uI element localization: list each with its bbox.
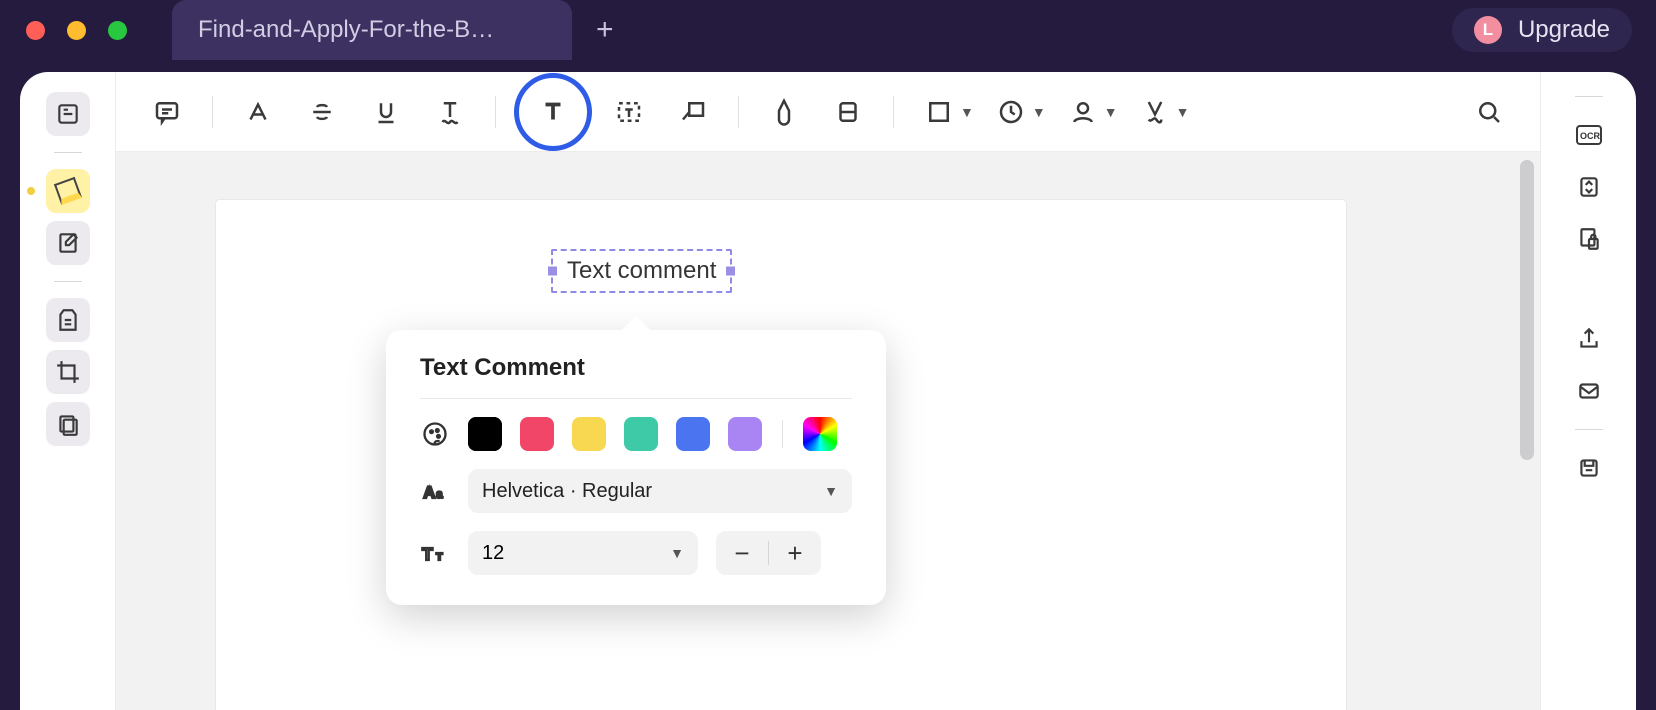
resize-handle-left[interactable] xyxy=(548,267,557,276)
squiggly-button[interactable] xyxy=(423,88,477,136)
font-size-select[interactable]: 12 ▼ xyxy=(468,531,698,575)
right-rail: OCR xyxy=(1540,72,1636,710)
font-size-stepper: − + xyxy=(716,531,821,575)
close-window-button[interactable] xyxy=(26,21,45,40)
chevron-down-icon: ▼ xyxy=(1104,104,1118,120)
font-size-icon: TT xyxy=(420,539,450,567)
annotate-mode-button[interactable] xyxy=(46,169,90,213)
color-teal[interactable] xyxy=(624,417,658,451)
new-tab-button[interactable]: + xyxy=(596,13,614,47)
secure-button[interactable] xyxy=(1567,217,1611,261)
save-button[interactable] xyxy=(1567,446,1611,490)
upgrade-pill[interactable]: L Upgrade xyxy=(1452,8,1632,52)
vertical-scrollbar[interactable] xyxy=(1520,160,1534,460)
underline-button[interactable] xyxy=(359,88,413,136)
color-black[interactable] xyxy=(468,417,502,451)
eraser-button[interactable] xyxy=(821,88,875,136)
chevron-down-icon: ▼ xyxy=(1176,104,1190,120)
chevron-down-icon: ▼ xyxy=(1032,104,1046,120)
convert-button[interactable] xyxy=(1567,165,1611,209)
svg-text:T: T xyxy=(422,544,433,564)
active-indicator-dot xyxy=(27,187,35,195)
chevron-down-icon: ▼ xyxy=(960,104,974,120)
title-bar: Find-and-Apply-For-the-B… + L Upgrade xyxy=(0,0,1656,60)
stamp-dropdown[interactable]: ▼ xyxy=(984,88,1046,136)
search-button[interactable] xyxy=(1462,88,1516,136)
main-stage: ▼ ▼ ▼ ▼ Text comm xyxy=(116,72,1540,710)
document-page[interactable]: Text comment Text Comment xyxy=(216,200,1346,710)
text-comment-button-active[interactable] xyxy=(514,73,592,151)
mail-button[interactable] xyxy=(1567,369,1611,413)
popover-title: Text Comment xyxy=(420,354,852,382)
page-manager-button[interactable] xyxy=(46,402,90,446)
tab-title: Find-and-Apply-For-the-B… xyxy=(198,16,494,44)
shape-dropdown[interactable]: ▼ xyxy=(912,88,974,136)
canvas[interactable]: Text comment Text Comment xyxy=(116,152,1540,710)
signature-dropdown[interactable]: ▼ xyxy=(1128,88,1190,136)
crop-button[interactable] xyxy=(46,350,90,394)
maximize-window-button[interactable] xyxy=(108,21,127,40)
color-purple[interactable] xyxy=(728,417,762,451)
page-edit-button[interactable] xyxy=(46,298,90,342)
highlight-button[interactable] xyxy=(231,88,285,136)
document-tab[interactable]: Find-and-Apply-For-the-B… xyxy=(172,0,572,60)
profile-stamp-dropdown[interactable]: ▼ xyxy=(1056,88,1118,136)
svg-text:a: a xyxy=(436,488,443,501)
text-comment-value[interactable]: Text comment xyxy=(567,257,716,285)
share-button[interactable] xyxy=(1567,317,1611,361)
svg-text:OCR: OCR xyxy=(1580,131,1601,141)
callout-button[interactable] xyxy=(666,88,720,136)
svg-text:A: A xyxy=(423,484,435,502)
chevron-down-icon: ▼ xyxy=(670,545,684,561)
reader-mode-button[interactable] xyxy=(46,92,90,136)
font-icon: Aa xyxy=(420,477,450,505)
color-custom[interactable] xyxy=(803,417,837,451)
text-box-button[interactable] xyxy=(602,88,656,136)
color-red[interactable] xyxy=(520,417,554,451)
annotation-toolbar: ▼ ▼ ▼ ▼ xyxy=(116,72,1540,152)
upgrade-label: Upgrade xyxy=(1518,16,1610,44)
user-avatar[interactable]: L xyxy=(1474,16,1502,44)
left-rail xyxy=(20,72,116,710)
color-blue[interactable] xyxy=(676,417,710,451)
font-size-value: 12 xyxy=(482,542,504,565)
workspace: ▼ ▼ ▼ ▼ Text comm xyxy=(20,72,1636,710)
decrease-size-button[interactable]: − xyxy=(716,531,768,575)
pencil-button[interactable] xyxy=(757,88,811,136)
text-comment-box[interactable]: Text comment xyxy=(551,249,732,293)
svg-text:T: T xyxy=(436,551,443,563)
color-yellow[interactable] xyxy=(572,417,606,451)
minimize-window-button[interactable] xyxy=(67,21,86,40)
ocr-button[interactable]: OCR xyxy=(1567,113,1611,157)
resize-handle-right[interactable] xyxy=(726,267,735,276)
font-family-label: Helvetica · Regular xyxy=(482,480,652,503)
color-palette-icon xyxy=(420,420,450,448)
font-family-select[interactable]: Helvetica · Regular ▼ xyxy=(468,469,852,513)
color-swatches xyxy=(468,417,837,451)
increase-size-button[interactable]: + xyxy=(769,531,821,575)
text-comment-popover: Text Comment xyxy=(386,330,886,605)
comment-button[interactable] xyxy=(140,88,194,136)
edit-pdf-button[interactable] xyxy=(46,221,90,265)
highlighter-icon xyxy=(53,177,81,205)
window-controls xyxy=(26,21,127,40)
strikeout-button[interactable] xyxy=(295,88,349,136)
chevron-down-icon: ▼ xyxy=(824,483,838,499)
